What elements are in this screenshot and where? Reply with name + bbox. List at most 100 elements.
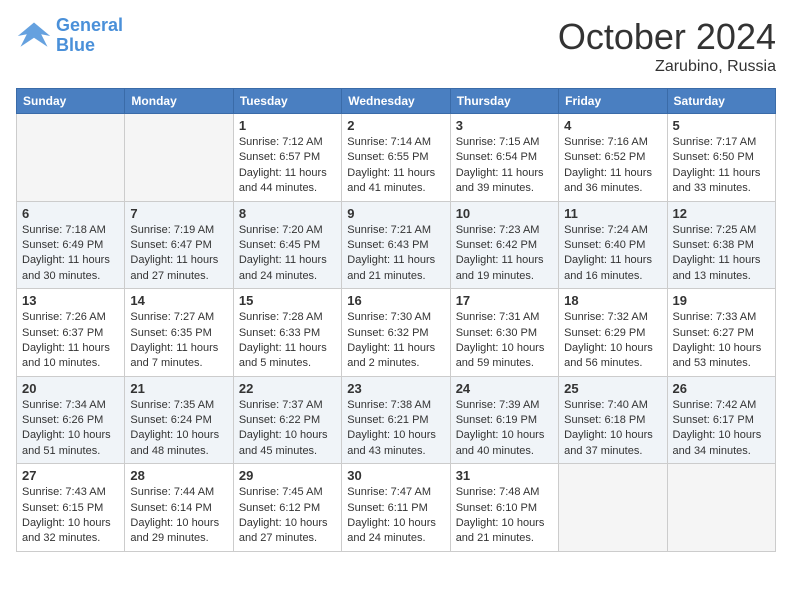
day-info: Sunrise: 7:18 AM Sunset: 6:49 PM Dayligh… [22, 223, 119, 285]
day-number: 19 [673, 293, 770, 308]
logo-icon [16, 18, 52, 54]
calendar-cell: 25 Sunrise: 7:40 AM Sunset: 6:18 PM Dayli… [559, 376, 667, 464]
day-number: 29 [239, 468, 336, 483]
calendar-cell: 14Sunrise: 7:27 AM Sunset: 6:35 PM Dayli… [125, 289, 233, 377]
weekday-header-tuesday: Tuesday [233, 89, 341, 114]
calendar-week-5: 27 Sunrise: 7:43 AM Sunset: 6:15 PM Dayli… [17, 464, 776, 552]
calendar-cell: 13Sunrise: 7:26 AM Sunset: 6:37 PM Dayli… [17, 289, 125, 377]
day-number: 11 [564, 206, 661, 221]
day-info: Sunrise: 7:30 AM Sunset: 6:32 PM Dayligh… [347, 310, 444, 372]
day-info: Sunrise: 7:40 AM Sunset: 6:18 PM Dayligh… [564, 398, 661, 460]
calendar-cell: 4 Sunrise: 7:16 AM Sunset: 6:52 PM Daylig… [559, 114, 667, 202]
day-number: 28 [130, 468, 227, 483]
calendar-cell: 30 Sunrise: 7:47 AM Sunset: 6:11 PM Dayli… [342, 464, 450, 552]
weekday-header-sunday: Sunday [17, 89, 125, 114]
calendar-cell: 31Sunrise: 7:48 AM Sunset: 6:10 PM Dayli… [450, 464, 558, 552]
day-number: 17 [456, 293, 553, 308]
calendar-table: SundayMondayTuesdayWednesdayThursdayFrid… [16, 88, 776, 552]
day-number: 20 [22, 381, 119, 396]
calendar-week-2: 6 Sunrise: 7:18 AM Sunset: 6:49 PM Daylig… [17, 201, 776, 289]
day-info: Sunrise: 7:42 AM Sunset: 6:17 PM Dayligh… [673, 398, 770, 460]
day-number: 13 [22, 293, 119, 308]
day-number: 6 [22, 206, 119, 221]
day-info: Sunrise: 7:43 AM Sunset: 6:15 PM Dayligh… [22, 485, 119, 547]
calendar-cell: 1 Sunrise: 7:12 AM Sunset: 6:57 PM Daylig… [233, 114, 341, 202]
month-title: October 2024 [558, 16, 776, 58]
day-info: Sunrise: 7:21 AM Sunset: 6:43 PM Dayligh… [347, 223, 444, 285]
day-number: 4 [564, 118, 661, 133]
calendar-cell: 5 Sunrise: 7:17 AM Sunset: 6:50 PM Daylig… [667, 114, 775, 202]
day-number: 18 [564, 293, 661, 308]
day-info: Sunrise: 7:37 AM Sunset: 6:22 PM Dayligh… [239, 398, 336, 460]
day-info: Sunrise: 7:38 AM Sunset: 6:21 PM Dayligh… [347, 398, 444, 460]
day-info: Sunrise: 7:45 AM Sunset: 6:12 PM Dayligh… [239, 485, 336, 547]
calendar-cell [125, 114, 233, 202]
day-number: 25 [564, 381, 661, 396]
day-number: 14 [130, 293, 227, 308]
day-info: Sunrise: 7:20 AM Sunset: 6:45 PM Dayligh… [239, 223, 336, 285]
day-number: 30 [347, 468, 444, 483]
day-info: Sunrise: 7:12 AM Sunset: 6:57 PM Dayligh… [239, 135, 336, 197]
location: Zarubino, Russia [558, 58, 776, 76]
day-number: 1 [239, 118, 336, 133]
calendar-cell: 2Sunrise: 7:14 AM Sunset: 6:55 PM Daylig… [342, 114, 450, 202]
calendar-cell: 6 Sunrise: 7:18 AM Sunset: 6:49 PM Daylig… [17, 201, 125, 289]
day-info: Sunrise: 7:15 AM Sunset: 6:54 PM Dayligh… [456, 135, 553, 197]
calendar-cell: 12Sunrise: 7:25 AM Sunset: 6:38 PM Dayli… [667, 201, 775, 289]
calendar-cell: 10Sunrise: 7:23 AM Sunset: 6:42 PM Dayli… [450, 201, 558, 289]
calendar-cell: 18 Sunrise: 7:32 AM Sunset: 6:29 PM Dayli… [559, 289, 667, 377]
calendar-cell: 28 Sunrise: 7:44 AM Sunset: 6:14 PM Dayli… [125, 464, 233, 552]
calendar-cell: 15 Sunrise: 7:28 AM Sunset: 6:33 PM Dayli… [233, 289, 341, 377]
day-number: 22 [239, 381, 336, 396]
day-info: Sunrise: 7:35 AM Sunset: 6:24 PM Dayligh… [130, 398, 227, 460]
calendar-cell: 26 Sunrise: 7:42 AM Sunset: 6:17 PM Dayli… [667, 376, 775, 464]
day-info: Sunrise: 7:19 AM Sunset: 6:47 PM Dayligh… [130, 223, 227, 285]
weekday-header-thursday: Thursday [450, 89, 558, 114]
day-number: 15 [239, 293, 336, 308]
calendar-week-3: 13Sunrise: 7:26 AM Sunset: 6:37 PM Dayli… [17, 289, 776, 377]
day-info: Sunrise: 7:17 AM Sunset: 6:50 PM Dayligh… [673, 135, 770, 197]
day-number: 23 [347, 381, 444, 396]
day-info: Sunrise: 7:39 AM Sunset: 6:19 PM Dayligh… [456, 398, 553, 460]
weekday-header-saturday: Saturday [667, 89, 775, 114]
weekday-header-row: SundayMondayTuesdayWednesdayThursdayFrid… [17, 89, 776, 114]
calendar-week-4: 20 Sunrise: 7:34 AM Sunset: 6:26 PM Dayli… [17, 376, 776, 464]
day-number: 16 [347, 293, 444, 308]
calendar-cell [667, 464, 775, 552]
calendar-cell: 24 Sunrise: 7:39 AM Sunset: 6:19 PM Dayli… [450, 376, 558, 464]
weekday-header-friday: Friday [559, 89, 667, 114]
calendar-cell: 22 Sunrise: 7:37 AM Sunset: 6:22 PM Dayli… [233, 376, 341, 464]
calendar-cell: 9 Sunrise: 7:21 AM Sunset: 6:43 PM Daylig… [342, 201, 450, 289]
title-block: October 2024 Zarubino, Russia [558, 16, 776, 76]
calendar-cell: 27 Sunrise: 7:43 AM Sunset: 6:15 PM Dayli… [17, 464, 125, 552]
day-number: 9 [347, 206, 444, 221]
day-info: Sunrise: 7:16 AM Sunset: 6:52 PM Dayligh… [564, 135, 661, 197]
day-number: 31 [456, 468, 553, 483]
day-info: Sunrise: 7:23 AM Sunset: 6:42 PM Dayligh… [456, 223, 553, 285]
calendar-cell: 16 Sunrise: 7:30 AM Sunset: 6:32 PM Dayli… [342, 289, 450, 377]
day-info: Sunrise: 7:25 AM Sunset: 6:38 PM Dayligh… [673, 223, 770, 285]
day-info: Sunrise: 7:33 AM Sunset: 6:27 PM Dayligh… [673, 310, 770, 372]
page-header: General Blue October 2024 Zarubino, Russ… [16, 16, 776, 76]
day-info: Sunrise: 7:32 AM Sunset: 6:29 PM Dayligh… [564, 310, 661, 372]
day-number: 21 [130, 381, 227, 396]
day-number: 27 [22, 468, 119, 483]
day-number: 8 [239, 206, 336, 221]
calendar-week-1: 1 Sunrise: 7:12 AM Sunset: 6:57 PM Daylig… [17, 114, 776, 202]
calendar-cell: 19 Sunrise: 7:33 AM Sunset: 6:27 PM Dayli… [667, 289, 775, 377]
weekday-header-monday: Monday [125, 89, 233, 114]
logo-text: General Blue [56, 16, 123, 56]
day-number: 2 [347, 118, 444, 133]
day-info: Sunrise: 7:28 AM Sunset: 6:33 PM Dayligh… [239, 310, 336, 372]
day-number: 3 [456, 118, 553, 133]
calendar-cell: 3 Sunrise: 7:15 AM Sunset: 6:54 PM Daylig… [450, 114, 558, 202]
calendar-cell: 7Sunrise: 7:19 AM Sunset: 6:47 PM Daylig… [125, 201, 233, 289]
day-info: Sunrise: 7:34 AM Sunset: 6:26 PM Dayligh… [22, 398, 119, 460]
day-info: Sunrise: 7:47 AM Sunset: 6:11 PM Dayligh… [347, 485, 444, 547]
calendar-cell: 8 Sunrise: 7:20 AM Sunset: 6:45 PM Daylig… [233, 201, 341, 289]
day-number: 26 [673, 381, 770, 396]
day-info: Sunrise: 7:44 AM Sunset: 6:14 PM Dayligh… [130, 485, 227, 547]
day-info: Sunrise: 7:24 AM Sunset: 6:40 PM Dayligh… [564, 223, 661, 285]
day-number: 5 [673, 118, 770, 133]
day-number: 24 [456, 381, 553, 396]
